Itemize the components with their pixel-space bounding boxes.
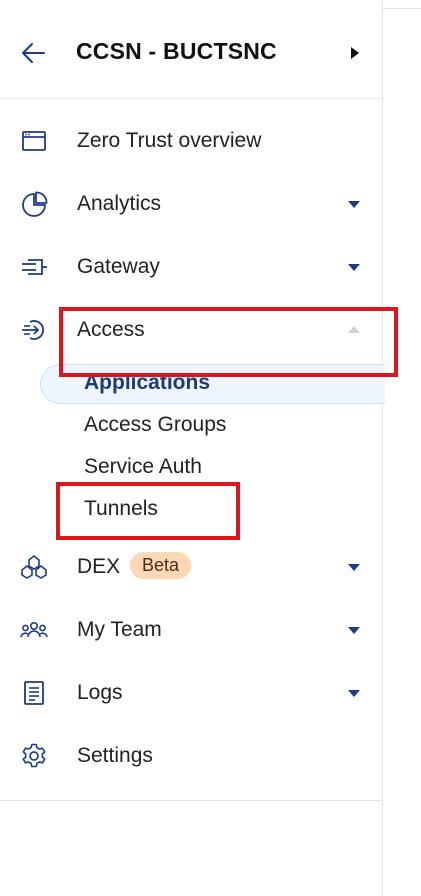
sidebar-item-label: Access: [77, 318, 145, 341]
sidebar-item-label: Zero Trust overview: [77, 129, 262, 152]
top-divider: [382, 8, 421, 9]
sidebar-item-settings[interactable]: Settings: [0, 731, 382, 781]
pie-chart-icon: [22, 191, 48, 217]
sidebar-item-logs[interactable]: Logs: [0, 668, 382, 718]
sidebar-item-label: Settings: [77, 744, 153, 767]
chevron-up-icon[interactable]: [347, 325, 361, 334]
caret-right-icon[interactable]: [350, 47, 360, 59]
sidebar-subitem-service-auth[interactable]: Service Auth: [84, 455, 202, 479]
gear-icon: [22, 743, 46, 768]
sidebar-item-my-team[interactable]: My Team: [0, 605, 382, 655]
dex-network-icon: [21, 554, 47, 579]
beta-badge: Beta: [130, 552, 192, 579]
chevron-down-icon[interactable]: [347, 263, 361, 272]
chevron-down-icon[interactable]: [347, 563, 361, 572]
logs-icon: [24, 681, 44, 705]
sidebar-item-label: Logs: [77, 681, 123, 704]
sidebar-item-label: Gateway: [77, 255, 160, 278]
sidebar-item-gateway[interactable]: Gateway: [0, 242, 382, 292]
access-arrow-icon: [22, 320, 44, 340]
account-name[interactable]: CCSN - BUCTSNC: [76, 38, 277, 65]
arrow-left-icon[interactable]: [20, 40, 46, 66]
sidebar-item-label: DEX: [77, 555, 121, 578]
sidebar-subitem-tunnels[interactable]: Tunnels: [84, 497, 158, 521]
team-icon: [20, 622, 48, 638]
sidebar-header: CCSN - BUCTSNC: [0, 0, 382, 99]
chevron-down-icon[interactable]: [347, 626, 361, 635]
sidebar-item-dex[interactable]: DEX Beta: [0, 542, 382, 592]
sidebar-item-label: Analytics: [77, 192, 162, 215]
sidebar-item-access[interactable]: Access: [0, 305, 382, 355]
sidebar-item-analytics[interactable]: Analytics: [0, 179, 382, 229]
sidebar-subitem-access-groups[interactable]: Access Groups: [84, 413, 226, 437]
gateway-icon: [22, 259, 47, 275]
browser-window-icon: [22, 131, 46, 151]
sidebar-item-label: My Team: [77, 618, 162, 641]
sidebar: CCSN - BUCTSNC Zero Trust overview Analy…: [0, 0, 385, 896]
chevron-down-icon[interactable]: [347, 200, 361, 209]
sidebar-subitem-applications[interactable]: Applications: [84, 371, 210, 395]
chevron-down-icon[interactable]: [347, 689, 361, 698]
sidebar-footer-divider: [0, 800, 382, 801]
sidebar-item-zero-trust-overview[interactable]: Zero Trust overview: [0, 116, 382, 166]
